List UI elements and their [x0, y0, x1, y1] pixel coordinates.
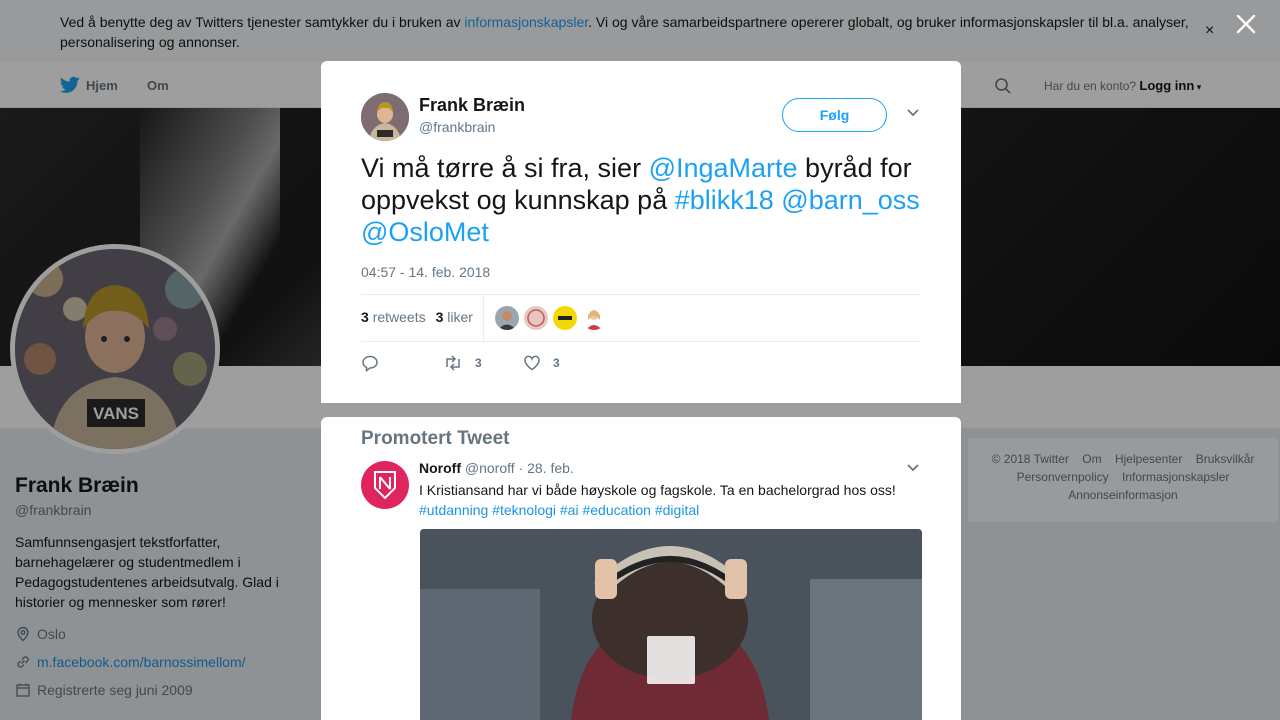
- promoted-heading: Promotert Tweet: [361, 428, 510, 449]
- like-button[interactable]: 3: [523, 354, 560, 372]
- follow-button[interactable]: Følg: [782, 98, 887, 132]
- mention-ingamarte[interactable]: @IngaMarte: [649, 153, 798, 183]
- play-icon[interactable]: [647, 636, 695, 684]
- promoted-video[interactable]: [420, 529, 922, 720]
- retweets-stat[interactable]: 3 retweets: [361, 309, 426, 325]
- mention-oslomet[interactable]: @OsloMet: [361, 217, 489, 247]
- tweet-author-handle[interactable]: @frankbrain: [419, 119, 495, 135]
- liker-avatar[interactable]: [553, 306, 577, 330]
- tweet-stats: 3 retweets 3 liker: [361, 309, 473, 325]
- promoted-header: Noroff @noroff · 28. feb.: [419, 460, 574, 476]
- promoted-author-name[interactable]: Noroff: [419, 460, 461, 476]
- tweet-modal: Frank Bræin @frankbrain Følg Vi må tørre…: [321, 61, 961, 403]
- promoted-author-handle[interactable]: @noroff: [465, 460, 515, 476]
- liker-avatar[interactable]: [524, 306, 548, 330]
- divider: [361, 294, 921, 295]
- close-icon[interactable]: [1234, 12, 1258, 36]
- reply-button[interactable]: [361, 354, 379, 372]
- chevron-down-icon[interactable]: [906, 463, 920, 473]
- promoted-tweet-card: Promotert Tweet Noroff @noroff · 28. feb…: [321, 417, 961, 720]
- liker-avatar[interactable]: [582, 306, 606, 330]
- divider: [361, 341, 921, 342]
- mention-barn-oss[interactable]: @barn_oss: [781, 185, 919, 215]
- promoted-text: I Kristiansand har vi både høyskole og f…: [419, 482, 896, 498]
- reply-icon: [362, 355, 378, 372]
- retweet-icon: [446, 355, 460, 371]
- noroff-avatar[interactable]: [361, 461, 409, 509]
- tweet-timestamp[interactable]: 04:57 - 14. feb. 2018: [361, 264, 490, 280]
- likes-stat[interactable]: 3 liker: [436, 309, 473, 325]
- chevron-down-icon[interactable]: [906, 108, 920, 118]
- noroff-logo-icon: [374, 471, 396, 500]
- retweet-button[interactable]: 3: [443, 354, 482, 372]
- tweet-author-avatar[interactable]: [361, 93, 409, 141]
- divider: [483, 295, 484, 341]
- hashtag-blikk18[interactable]: #blikk18: [675, 185, 774, 215]
- promoted-hashtags[interactable]: #utdanning #teknologi #ai #education #di…: [419, 500, 699, 520]
- heart-icon: [524, 355, 540, 371]
- liker-avatar[interactable]: [495, 306, 519, 330]
- promoted-date[interactable]: · 28. feb.: [519, 460, 574, 476]
- tweet-author-name[interactable]: Frank Bræin: [419, 95, 525, 116]
- likers-avatars: [495, 306, 606, 330]
- tweet-text: Vi må tørre å si fra, sier @IngaMarte by…: [361, 153, 920, 247]
